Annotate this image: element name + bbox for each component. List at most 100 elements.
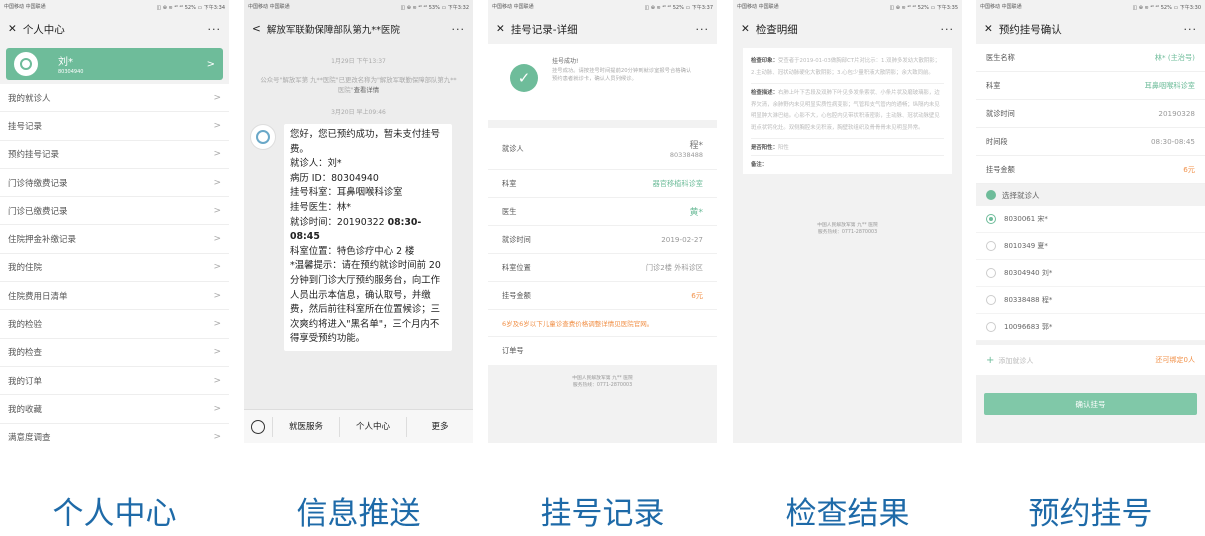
tab-medical-service[interactable]: 就医服务 [272, 416, 339, 437]
detail-row: 科室位置 门诊2楼 外科诊区 [488, 254, 717, 282]
carrier-text: 中国移动 中国联通 [4, 3, 46, 10]
appointment-info: 医生名称 林* (主治号) 科室 耳鼻咽喉科诊室 就诊时间 20190328 时间段 0… [976, 44, 1205, 184]
radio-icon[interactable] [986, 241, 996, 251]
chevron-right-icon: > [213, 403, 221, 414]
menu-item[interactable]: 门诊待缴费记录 > [0, 169, 229, 198]
success-desc: 挂号成功。请按挂号时间提前20分钟到就诊室报号合格确认预约患者就诊卡，确认人员列… [552, 68, 692, 82]
chevron-right-icon: > [213, 205, 221, 216]
phone-personal-center: 中国移动 中国联通 ◫ ⊕ ≋ ᵃˡˡ ᵃˡˡ 52% ▭ 下午3:34 ✕ 个… [0, 0, 229, 443]
detail-row: 挂号金额 6元 [488, 282, 717, 310]
status-bar: 中国移动 中国联通 ◫ ⊕ ≋ ᵃˡˡ ᵃˡˡ 52% ▭ 下午3:34 [0, 0, 229, 14]
patient-option[interactable]: 80304940 刘* [976, 260, 1205, 287]
menu-item[interactable]: 我的检查 > [0, 339, 229, 367]
menu-list: 我的就诊人 > 挂号记录 > 预约挂号记录 > 门诊待缴费记录 > 门诊已缴费记录 > 住… [0, 84, 229, 443]
radio-icon[interactable] [986, 268, 996, 278]
row-value: 2019-02-27 [661, 235, 703, 244]
more-icon[interactable]: ··· [208, 23, 222, 36]
row-value: 器官移植科诊室 [652, 178, 703, 188]
row-label: 就诊时间 [502, 234, 531, 244]
carrier-text: 中国移动 中国联通 [737, 3, 779, 10]
menu-item[interactable]: 我的住院 > [0, 254, 229, 283]
carrier-text: 中国移动 中国联通 [248, 3, 290, 10]
hospital-footer: 中国人民解放军第 九** 医院 服务热线：0771-2870003 [488, 375, 717, 389]
user-icon [986, 190, 996, 200]
tab-personal-center[interactable]: 个人中心 [339, 416, 406, 437]
footer-hotline: 服务热线：0771-2870003 [572, 383, 633, 388]
positive-label: 是否阳性： [751, 145, 778, 151]
title-bar: ✕ 挂号记录-详细 ··· [488, 14, 717, 44]
close-icon[interactable]: ✕ [8, 23, 17, 35]
status-bar: 中国移动 中国联通 ◫ ⊕ ≋ ᵃˡˡ ᵃˡˡ 52% ▭ 下午3:35 [733, 0, 962, 14]
menu-item[interactable]: 挂号记录 > [0, 112, 229, 141]
add-patient-row[interactable]: + 添加就诊人 还可绑定0人 [976, 345, 1205, 375]
menu-item[interactable]: 我的订单 > [0, 367, 229, 396]
patient-label: 80304940 刘* [1004, 269, 1053, 277]
menu-item-label: 门诊已缴费记录 [8, 206, 68, 217]
message: 您好，您已预约成功，暂未支付挂号费。 就诊人：刘* 病历 ID：80304940… [250, 124, 465, 351]
menu-item[interactable]: 住院费用日清单 > [0, 282, 229, 311]
time-label: 就诊时间：20190322 [290, 216, 388, 228]
keyboard-icon[interactable] [244, 419, 272, 434]
caption: 挂号记录 [540, 496, 665, 532]
menu-item[interactable]: 门诊已缴费记录 > [0, 197, 229, 226]
chevron-right-icon: > [213, 234, 221, 245]
positive-value: 阳性 [777, 145, 789, 151]
menu-item[interactable]: 我的就诊人 > [0, 84, 229, 113]
patient-option[interactable]: 10096683 郭* [976, 314, 1205, 341]
page-title: 解放军联勤保障部队第九**医院 [266, 25, 400, 36]
user-name: 刘* [58, 57, 73, 68]
exam-positive: 是否阳性：阳性 [751, 139, 944, 156]
patient-option[interactable]: 80338488 程* [976, 287, 1205, 314]
status-indicators: ◫ ⊕ ≋ ᵃˡˡ ᵃˡˡ 53% ▭ 下午3:32 [400, 4, 469, 11]
more-icon[interactable]: ··· [696, 23, 710, 36]
menu-item[interactable]: 满意度调查 > [0, 424, 229, 443]
menu-item-label: 住院押金补缴记录 [8, 235, 77, 246]
more-icon[interactable]: ··· [1184, 23, 1198, 36]
exam-detail-card: 检查印象：受查者于2019-01-03做胸部CT片对比示：1.双肺多发幼大散阴影… [743, 48, 952, 174]
close-icon[interactable]: ✕ [741, 23, 750, 35]
notice-link[interactable]: 查看详情 [354, 86, 380, 94]
footer-name: 中国人民解放军第 九** 医院 [817, 223, 878, 228]
chevron-right-icon: > [213, 149, 221, 160]
tab-more[interactable]: 更多 [406, 416, 473, 437]
patient-label: 8030061 宋* [1004, 215, 1048, 223]
patient-label: 10096683 郭* [1004, 323, 1053, 331]
exam-description: 检查描述：右肺上叶下舌段及双肺下叶见多发条索状、小条片状及磨玻璃影，边界欠清，余… [751, 84, 944, 139]
user-card[interactable]: 刘* 80304940 > [6, 48, 223, 80]
chevron-right-icon: > [213, 262, 221, 273]
confirm-button[interactable]: 确认挂号 [984, 393, 1197, 415]
row-label: 医生名称 [986, 52, 1015, 62]
menu-item[interactable]: 我的收藏 > [0, 395, 229, 424]
record-detail: 就诊人 程* 80338488 科室 器官移植科诊室 医生 黄* 就诊时间 2019-… [488, 128, 717, 365]
menu-item-label: 挂号记录 [8, 121, 43, 132]
patient-id: 80338488 [669, 151, 703, 159]
chevron-right-icon: > [213, 432, 221, 443]
radio-icon[interactable] [986, 295, 996, 305]
section-label: 选择就诊人 [1002, 190, 1040, 200]
close-icon[interactable]: ✕ [496, 23, 505, 35]
more-icon[interactable]: ··· [452, 23, 466, 36]
menu-item[interactable]: 我的检验 > [0, 310, 229, 339]
hospital-footer: 中国人民解放军第 九** 医院 服务热线：0771-2870003 [733, 222, 962, 236]
description-label: 检查描述： [751, 90, 778, 96]
radio-selected-icon[interactable] [986, 214, 996, 224]
message-line: *温馨提示：请在预约就诊时间前 20 分钟到门诊大厅预约服务台，向工作人员出示本… [290, 260, 441, 345]
row-value: 门诊2楼 外科诊区 [645, 262, 703, 272]
row-label: 挂号金额 [502, 290, 531, 300]
menu-item-label: 住院费用日清单 [8, 291, 68, 302]
close-icon[interactable]: ✕ [984, 23, 993, 35]
chevron-right-icon: > [206, 58, 215, 70]
radio-icon[interactable] [986, 322, 996, 332]
patient-option[interactable]: 8030061 宋* [976, 206, 1205, 233]
patient-option[interactable]: 8010349 夏* [976, 233, 1205, 260]
status-indicators: ◫ ⊕ ≋ ᵃˡˡ ᵃˡˡ 52% ▭ 下午3:35 [889, 4, 958, 11]
chevron-right-icon: > [213, 92, 221, 103]
back-icon[interactable]: < [252, 23, 261, 35]
more-icon[interactable]: ··· [941, 23, 955, 36]
warning-text[interactable]: 6岁及6岁以下儿童诊查费价格调整详情见医院官网。 [488, 310, 717, 337]
phone-registration-record: 中国移动 中国联通 ◫ ⊕ ≋ ᵃˡˡ ᵃˡˡ 52% ▭ 下午3:37 ✕ 挂… [488, 0, 717, 443]
user-id: 80304940 [58, 69, 84, 75]
plus-icon: + [986, 354, 995, 366]
menu-item[interactable]: 预约挂号记录 > [0, 141, 229, 169]
menu-item[interactable]: 住院押金补缴记录 > [0, 225, 229, 254]
